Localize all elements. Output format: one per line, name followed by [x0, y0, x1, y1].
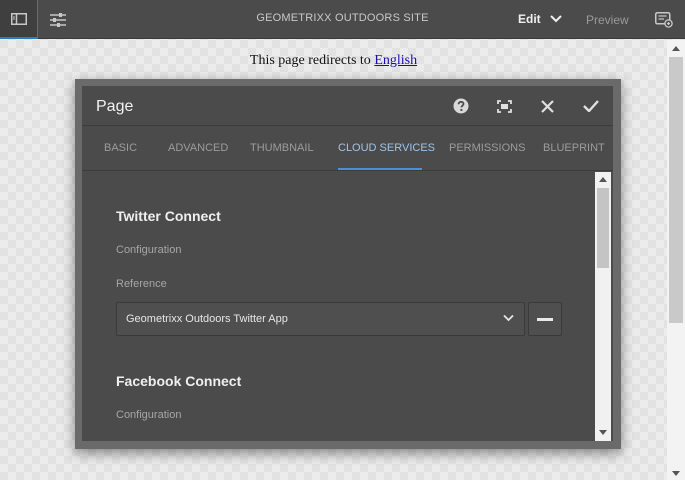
tab-basic[interactable]: BASIC	[104, 142, 137, 154]
top-toolbar: GEOMETRIXX OUTDOORS SITE Edit Preview	[0, 0, 685, 39]
page-scrollbar-thumb[interactable]	[669, 57, 683, 323]
redirect-notice: This page redirects to English	[0, 53, 667, 69]
annotate-icon	[655, 11, 673, 28]
dialog-tabs: BASIC ADVANCED THUMBNAIL CLOUD SERVICES …	[82, 127, 613, 171]
dialog-header: Page	[82, 86, 613, 126]
remove-configuration-button[interactable]	[528, 302, 562, 336]
fullscreen-button[interactable]	[494, 96, 514, 116]
facebook-configuration-label: Configuration	[116, 409, 182, 421]
help-button[interactable]	[451, 96, 471, 116]
tab-permissions[interactable]: PERMISSIONS	[449, 142, 525, 154]
chevron-down-icon	[503, 314, 514, 322]
redirect-text: This page redirects to	[249, 53, 375, 68]
twitter-reference-value: Geometrixx Outdoors Twitter App	[126, 313, 288, 325]
close-icon	[540, 99, 554, 113]
twitter-connect-title: Twitter Connect	[116, 208, 221, 224]
minus-icon	[537, 317, 553, 321]
redirect-link[interactable]: English	[374, 53, 417, 68]
side-panel-icon	[10, 12, 27, 25]
active-tab-indicator	[338, 168, 422, 170]
page-properties-icon	[50, 12, 66, 27]
site-title: GEOMETRIXX OUTDOORS SITE	[256, 12, 429, 24]
scroll-up-arrow-icon[interactable]	[672, 46, 680, 51]
page-scrollbar[interactable]	[667, 40, 685, 480]
checkmark-icon	[583, 100, 599, 112]
page-properties-button[interactable]	[39, 0, 77, 39]
mode-label: Edit	[518, 12, 541, 26]
dialog-title: Page	[96, 98, 134, 115]
twitter-reference-label: Reference	[116, 278, 167, 290]
twitter-reference-select[interactable]: Geometrixx Outdoors Twitter App	[116, 302, 525, 336]
tab-cloud-services[interactable]: CLOUD SERVICES	[338, 142, 435, 154]
tab-thumbnail[interactable]: THUMBNAIL	[250, 142, 314, 154]
done-button[interactable]	[581, 96, 601, 116]
dialog-scrollbar[interactable]	[595, 172, 611, 441]
preview-button[interactable]: Preview	[586, 13, 629, 27]
twitter-configuration-label: Configuration	[116, 244, 182, 256]
help-icon	[453, 98, 469, 114]
chevron-down-icon	[549, 15, 562, 23]
side-panel-toggle-button[interactable]	[0, 0, 38, 39]
tab-blueprint[interactable]: BLUEPRINT	[543, 142, 605, 154]
mode-selector[interactable]: Edit	[518, 12, 562, 26]
dialog-scrollbar-thumb[interactable]	[597, 188, 609, 268]
close-button[interactable]	[537, 96, 557, 116]
dialog-content: Twitter Connect Configuration Reference …	[82, 172, 596, 441]
scroll-down-arrow-icon[interactable]	[599, 430, 607, 435]
scroll-up-arrow-icon[interactable]	[599, 177, 607, 182]
tab-advanced[interactable]: ADVANCED	[168, 142, 228, 154]
page-properties-dialog: Page BASIC ADVANCED THUMBNAIL CLOUD SERV…	[82, 86, 613, 441]
annotate-button[interactable]	[645, 0, 683, 39]
facebook-connect-title: Facebook Connect	[116, 373, 242, 389]
scroll-down-arrow-icon[interactable]	[672, 471, 680, 476]
fullscreen-icon	[496, 99, 512, 113]
